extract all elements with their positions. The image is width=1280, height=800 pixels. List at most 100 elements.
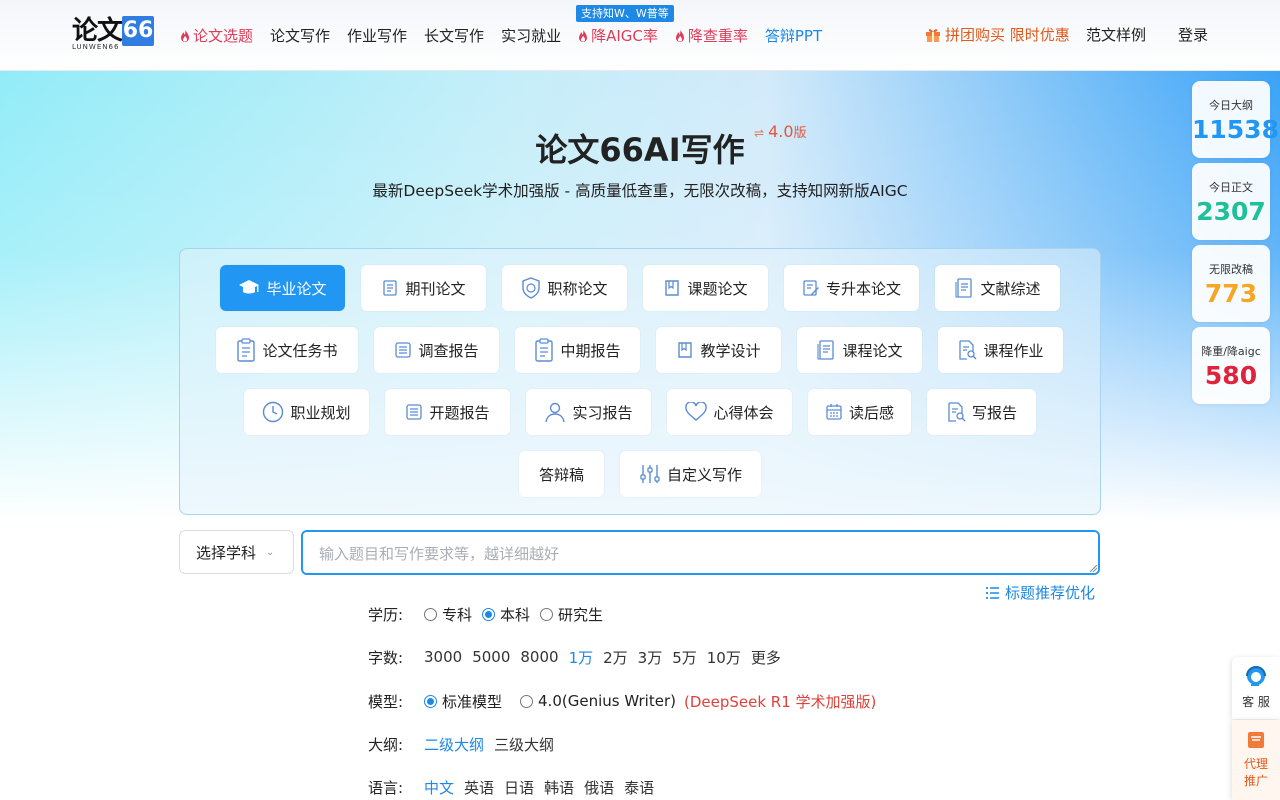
book-icon	[665, 280, 680, 296]
book-icon	[678, 342, 693, 358]
samples-link[interactable]: 范文样例	[1086, 24, 1146, 46]
category-midterm-report[interactable]: 中期报告	[515, 327, 640, 373]
clipboard-icon	[535, 338, 554, 362]
category-label: 中期报告	[560, 341, 621, 360]
category-label: 期刊论文	[405, 279, 466, 298]
education-row: 学历: 专科 本科 研究生	[368, 603, 613, 625]
word-count-option-selected[interactable]: 1万	[569, 647, 594, 668]
report-icon	[395, 342, 412, 358]
category-label: 论文任务书	[262, 341, 338, 360]
nav-item-topic-selection[interactable]: 论文选题	[180, 24, 253, 48]
word-count-option[interactable]: 2万	[603, 647, 628, 668]
category-graduation-thesis[interactable]: 毕业论文	[220, 265, 345, 311]
category-course-paper[interactable]: 课程论文	[797, 327, 922, 373]
flame-icon	[579, 29, 588, 42]
category-course-homework[interactable]: 课程作业	[938, 327, 1063, 373]
logo-text: 论文	[72, 16, 123, 46]
category-career-planning[interactable]: 职业规划	[244, 389, 369, 435]
chevron-down-icon: ⌄	[266, 546, 275, 558]
category-label: 心得体会	[713, 403, 774, 422]
category-write-report[interactable]: 写报告	[927, 389, 1036, 435]
category-label: 职业规划	[290, 403, 351, 422]
category-title-paper[interactable]: 职称论文	[502, 265, 627, 311]
topic-input[interactable]	[301, 530, 1100, 575]
nav-item-reduce-plagiarism[interactable]: 降查重率	[675, 24, 748, 48]
clipboard-icon	[237, 338, 256, 362]
education-option-graduate[interactable]: 研究生	[540, 604, 603, 625]
outline-row: 大纲: 二级大纲 三级大纲	[368, 733, 564, 755]
category-custom-writing[interactable]: 自定义写作	[620, 451, 761, 497]
outline-option[interactable]: 三级大纲	[494, 734, 554, 755]
language-option[interactable]: 俄语	[584, 777, 614, 798]
flame-icon	[181, 29, 189, 42]
category-task-book[interactable]: 论文任务书	[216, 327, 358, 373]
stat-value: 580	[1204, 361, 1258, 390]
category-defense-script[interactable]: 答辩稿	[519, 451, 604, 497]
nav-item-label: 论文写作	[270, 27, 331, 45]
group-buy-promo-link[interactable]: 拼团购买 限时优惠	[925, 24, 1070, 46]
nav-item-homework-writing[interactable]: 作业写作	[347, 24, 407, 48]
model-option-genius[interactable]: 4.0(Genius Writer)	[520, 692, 676, 710]
nav-item-label: 降AIGC率	[591, 27, 658, 45]
customer-service-button[interactable]: 客 服	[1232, 657, 1280, 719]
category-label: 课程作业	[983, 341, 1044, 360]
word-count-option[interactable]: 5000	[472, 648, 510, 666]
language-option[interactable]: 泰语	[624, 777, 654, 798]
word-count-option[interactable]: 8000	[520, 648, 558, 666]
category-teaching-design[interactable]: 教学设计	[656, 327, 781, 373]
outline-option-selected[interactable]: 二级大纲	[424, 734, 484, 755]
graduation-cap-icon	[239, 280, 260, 294]
radio-dot	[540, 607, 554, 621]
word-count-option[interactable]: 10万	[707, 647, 741, 668]
radio-dot	[424, 607, 437, 621]
stat-value: 2307	[1196, 197, 1266, 226]
nav-item-reduce-aigc[interactable]: 降AIGC率	[578, 24, 658, 48]
version-toggle[interactable]: ⇌ 4.0 版	[754, 122, 807, 141]
category-literature-review[interactable]: 文献综述	[935, 265, 1060, 311]
word-count-option-more[interactable]: 更多	[751, 647, 781, 668]
language-option-selected[interactable]: 中文	[424, 777, 454, 798]
promo-label: 拼团购买 限时优惠	[945, 26, 1070, 44]
title-optimize-button[interactable]: 标题推荐优化	[985, 582, 1095, 603]
category-project-paper[interactable]: 课题论文	[643, 265, 768, 311]
search-doc-icon	[948, 402, 966, 422]
site-logo[interactable]: 论文 66 LUNWEN66	[72, 16, 154, 51]
model-label: 模型:	[368, 692, 404, 711]
nav-item-internship[interactable]: 实习就业	[501, 24, 561, 48]
swap-icon: ⇌	[754, 126, 765, 140]
language-option[interactable]: 韩语	[544, 777, 574, 798]
education-option-bachelor[interactable]: 本科	[482, 604, 530, 625]
category-internship-report[interactable]: 实习报告	[526, 389, 651, 435]
agent-promotion-button[interactable]: 代理 推广	[1232, 720, 1280, 800]
education-option-associate[interactable]: 专科	[424, 604, 472, 625]
stat-card-outlines: 今日大纲 11538	[1192, 81, 1279, 158]
category-panel: 毕业论文 期刊论文 职称论文 课题论文 专升本论文 文献综述 论文任务书 调查报…	[179, 248, 1101, 515]
category-upgrade-paper[interactable]: 专升本论文	[784, 265, 919, 311]
radio-label: 本科	[500, 605, 531, 624]
category-survey-report[interactable]: 调查报告	[374, 327, 499, 373]
subject-select[interactable]: 选择学科 ⌄	[179, 530, 294, 574]
user-icon	[545, 402, 566, 423]
login-button[interactable]: 登录	[1178, 24, 1208, 46]
stat-label: 今日正文	[1209, 181, 1253, 194]
category-proposal-report[interactable]: 开题报告	[385, 389, 510, 435]
education-label: 学历:	[368, 605, 404, 624]
radio-dot	[482, 607, 496, 621]
category-journal-paper[interactable]: 期刊论文	[361, 265, 486, 311]
list-icon	[986, 586, 999, 599]
category-label: 文献综述	[980, 279, 1041, 298]
stat-value: 773	[1204, 279, 1258, 308]
language-option[interactable]: 英语	[464, 777, 494, 798]
word-count-option[interactable]: 5万	[672, 647, 697, 668]
nav-badge: 支持知W、W普等	[576, 5, 674, 22]
version-number: 4.0	[768, 122, 794, 141]
category-reflections[interactable]: 心得体会	[667, 389, 792, 435]
word-count-option[interactable]: 3000	[424, 648, 462, 666]
model-option-standard[interactable]: 标准模型	[424, 691, 502, 712]
nav-item-long-writing[interactable]: 长文写作	[424, 24, 484, 48]
language-option[interactable]: 日语	[504, 777, 534, 798]
nav-item-defense-ppt[interactable]: 答辩PPT	[765, 24, 822, 48]
category-book-review[interactable]: 读后感	[808, 389, 911, 435]
word-count-option[interactable]: 3万	[638, 647, 663, 668]
nav-item-paper-writing[interactable]: 论文写作	[270, 24, 330, 48]
